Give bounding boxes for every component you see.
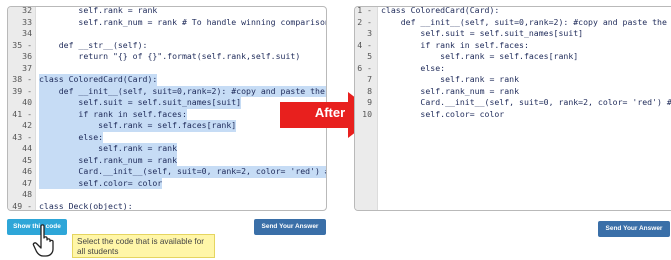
- code-text: else:: [381, 62, 446, 73]
- line-number: 2 -: [357, 16, 372, 27]
- code-line: 4 - if rank in self.faces:: [355, 40, 671, 52]
- line-number: 7: [367, 74, 372, 84]
- code-text: self.rank_num = rank: [39, 154, 178, 166]
- code-text: class Deck(object):: [39, 200, 133, 211]
- code-line: 8 self.rank_num = rank: [355, 86, 671, 98]
- code-line: 42 self.rank = self.faces[rank]: [8, 120, 326, 132]
- line-number: 1 -: [357, 6, 372, 15]
- line-number: 45: [22, 154, 32, 165]
- code-line: 10 self.color= color: [355, 109, 671, 121]
- right-code-lines: 1 - class ColoredCard(Card): 2 - def __ini…: [355, 6, 671, 121]
- code-line: 44 self.rank = rank: [8, 143, 326, 155]
- line-number: 32: [22, 6, 32, 15]
- code-text: class ColoredCard(Card):: [39, 74, 158, 86]
- code-text: self.rank = rank: [39, 143, 178, 155]
- send-answer-button-right[interactable]: Send Your Answer: [598, 221, 670, 237]
- code-line: 5 self.rank = self.faces[rank]: [355, 51, 671, 63]
- code-text: def __str__(self):: [39, 39, 148, 50]
- code-line: 39 - def __init__(self, suit=0,rank=2): …: [8, 85, 326, 97]
- line-number: 34: [22, 28, 32, 38]
- line-number: 42: [22, 120, 32, 130]
- code-text: self.rank = rank: [39, 6, 158, 15]
- line-number: 41 -: [12, 108, 32, 119]
- line-number: 47: [22, 177, 32, 188]
- left-code-lines: 32 self.rank = rank 33 self.rank_num = ra…: [8, 6, 326, 211]
- code-line: 46 Card.__init__(self, suit=0, rank=2, c…: [8, 166, 326, 178]
- code-text: self.rank = rank: [381, 74, 520, 84]
- code-line: 45 self.rank_num = rank: [8, 154, 326, 166]
- code-text: else:: [39, 131, 104, 143]
- code-line: 38 - class ColoredCard(Card):: [8, 74, 326, 86]
- right-code-editor[interactable]: 1 - class ColoredCard(Card): 2 - def __ini…: [354, 6, 671, 211]
- line-number: 10: [362, 108, 372, 119]
- line-number: 36: [22, 51, 32, 61]
- code-text: self.rank = self.faces[rank]: [381, 51, 579, 61]
- line-number: 4 -: [357, 39, 372, 50]
- line-number: 8: [367, 85, 372, 96]
- after-label: After: [314, 105, 346, 120]
- code-line: 3 self.suit = self.suit_names[suit]: [355, 28, 671, 40]
- tooltip: Select the code that is available for al…: [72, 234, 215, 258]
- code-text: Card.__init__(self, suit=0, rank=2, colo…: [420, 97, 671, 107]
- code-text: self.rank_num = rank # To handle winning…: [39, 16, 327, 27]
- line-number: 3: [367, 28, 372, 38]
- left-code-editor[interactable]: 32 self.rank = rank 33 self.rank_num = ra…: [7, 6, 327, 211]
- code-text: def __init__(self, suit=0,rank=2): #copy…: [400, 16, 667, 27]
- code-line: 2 - def __init__(self, suit=0,rank=2): #…: [355, 17, 671, 29]
- code-line: 32 self.rank = rank: [8, 6, 326, 17]
- code-text: if rank in self.faces:: [381, 39, 529, 50]
- code-line: 6 - else:: [355, 63, 671, 75]
- line-number: 5: [367, 51, 372, 61]
- code-line: 36 return "{} of {}".format(self.rank,se…: [8, 51, 326, 63]
- code-line: 48: [8, 189, 326, 201]
- code-line: 41 - if rank in self.faces:: [8, 108, 326, 120]
- line-number: 44: [22, 143, 32, 153]
- line-number: 39 -: [12, 85, 32, 96]
- code-line: 47 self.color= color: [8, 177, 326, 189]
- code-text: self.rank = self.faces[rank]: [39, 120, 237, 132]
- line-number: 38 -: [12, 74, 32, 84]
- code-text: self.suit = self.suit_names[suit]: [381, 28, 584, 38]
- code-line: 7 self.rank = rank: [355, 74, 671, 86]
- code-text: if rank in self.faces:: [39, 108, 187, 120]
- line-number: 35 -: [12, 39, 32, 50]
- line-number: 9: [367, 97, 372, 107]
- code-line: 37: [8, 63, 326, 75]
- code-line: 33 self.rank_num = rank # To handle winn…: [8, 17, 326, 29]
- hand-pointer-icon: [32, 224, 54, 257]
- send-answer-button-left[interactable]: Send Your Answer: [254, 219, 326, 235]
- code-line: 9 Card.__init__(self, suit=0, rank=2, co…: [355, 97, 671, 109]
- code-line: 49 - class Deck(object):: [8, 200, 326, 211]
- line-number: 48: [22, 189, 32, 199]
- line-number: 33: [22, 16, 32, 27]
- code-line: 40 self.suit = self.suit_names[suit]: [8, 97, 326, 109]
- code-text: self.rank_num = rank: [381, 85, 520, 96]
- code-text: class ColoredCard(Card):: [381, 6, 500, 15]
- code-text: self.color= color: [381, 108, 505, 119]
- code-line: 35 - def __str__(self):: [8, 40, 326, 52]
- line-number: 6 -: [357, 62, 372, 73]
- line-number: 37: [22, 62, 32, 73]
- code-text: self.suit = self.suit_names[suit]: [39, 97, 242, 109]
- code-line: 1 - class ColoredCard(Card):: [355, 6, 671, 17]
- line-number: 40: [22, 97, 32, 107]
- code-text: Card.__init__(self, suit=0, rank=2, colo…: [39, 166, 326, 178]
- line-number: 43 -: [12, 131, 32, 142]
- code-line: 43 - else:: [8, 131, 326, 143]
- code-line: 34: [8, 28, 326, 40]
- code-text: self.color= color: [39, 177, 163, 189]
- line-number: 49 -: [12, 200, 32, 211]
- line-number: 46: [22, 166, 32, 176]
- code-text: return "{} of {}".format(self.rank,self.…: [39, 51, 301, 61]
